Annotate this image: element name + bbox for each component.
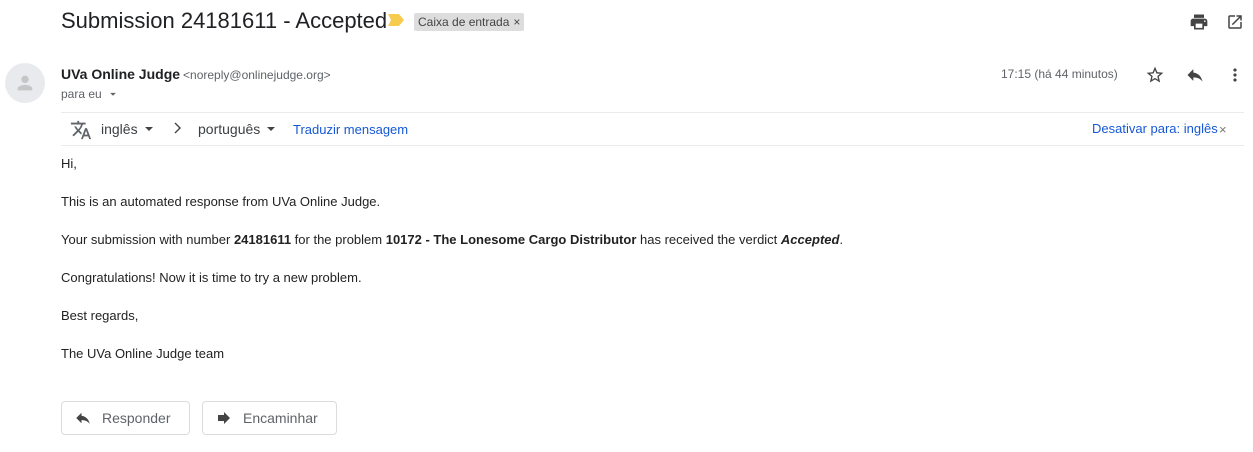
chevron-right-icon xyxy=(173,121,183,135)
print-icon[interactable] xyxy=(1188,11,1210,33)
sender-line: UVa Online Judge <noreply@onlinejudge.org… xyxy=(61,66,331,83)
caret-down-icon xyxy=(109,92,116,96)
target-language-dropdown[interactable]: português xyxy=(198,121,276,137)
reply-icon[interactable] xyxy=(1184,64,1206,86)
problem-name: 10172 - The Lonesome Cargo Distributor xyxy=(385,232,637,247)
body-text: for the problem xyxy=(291,232,386,247)
sender-email: <noreply@onlinejudge.org> xyxy=(183,68,331,82)
translation-bar-divider xyxy=(61,145,1244,146)
email-timestamp: 17:15 (há 44 minutos) xyxy=(1001,67,1118,81)
reply-button-label: Responder xyxy=(102,410,171,426)
forward-icon xyxy=(218,412,230,424)
body-text: has received the verdict xyxy=(636,232,781,247)
submission-number: 24181611 xyxy=(233,232,292,247)
email-subject: Submission 24181611 - Accepted xyxy=(61,8,388,33)
body-text: . xyxy=(839,232,844,247)
caret-down-icon xyxy=(267,127,276,131)
body-text: Your submission with number xyxy=(61,232,234,247)
reply-button[interactable]: Responder xyxy=(61,401,190,435)
verdict: Accepted xyxy=(780,232,840,247)
source-language-dropdown[interactable]: inglês xyxy=(101,121,154,137)
star-icon[interactable] xyxy=(1144,64,1166,86)
translation-bar-divider xyxy=(61,112,1244,113)
disable-translation-link[interactable]: Desativar para: inglês xyxy=(1092,121,1218,137)
close-translation-bar-button[interactable]: × xyxy=(1219,122,1227,138)
inbox-label-chip: Caixa de entrada × xyxy=(414,13,525,31)
recipient-text: para eu xyxy=(61,87,102,101)
more-vert-icon[interactable] xyxy=(1224,64,1246,86)
person-icon xyxy=(17,75,33,91)
recipient-dropdown[interactable]: para eu xyxy=(61,86,120,102)
sender-name[interactable]: UVa Online Judge xyxy=(61,66,180,82)
sender-avatar[interactable] xyxy=(5,63,45,103)
translate-icon xyxy=(70,119,92,141)
source-language: inglês xyxy=(101,121,138,137)
reply-icon xyxy=(76,412,90,424)
body-line-4: Best regards, xyxy=(61,308,139,323)
translate-message-link[interactable]: Traduzir mensagem xyxy=(293,122,408,138)
forward-button[interactable]: Encaminhar xyxy=(202,401,337,435)
label-text: Caixa de entrada xyxy=(418,15,510,29)
remove-label-button[interactable]: × xyxy=(513,13,520,31)
body-line-1: This is an automated response from UVa O… xyxy=(61,194,381,209)
open-in-new-window-icon[interactable] xyxy=(1224,11,1246,33)
caret-down-icon xyxy=(144,127,153,131)
importance-marker-icon[interactable] xyxy=(388,14,404,26)
body-line-3: Congratulations! Now it is time to try a… xyxy=(61,270,362,285)
body-greeting: Hi, xyxy=(61,156,77,171)
body-line-2: Your submission with number 24181611 for… xyxy=(61,232,843,248)
target-language: português xyxy=(198,121,261,137)
forward-button-label: Encaminhar xyxy=(243,410,318,426)
body-signature: The UVa Online Judge team xyxy=(61,346,225,361)
